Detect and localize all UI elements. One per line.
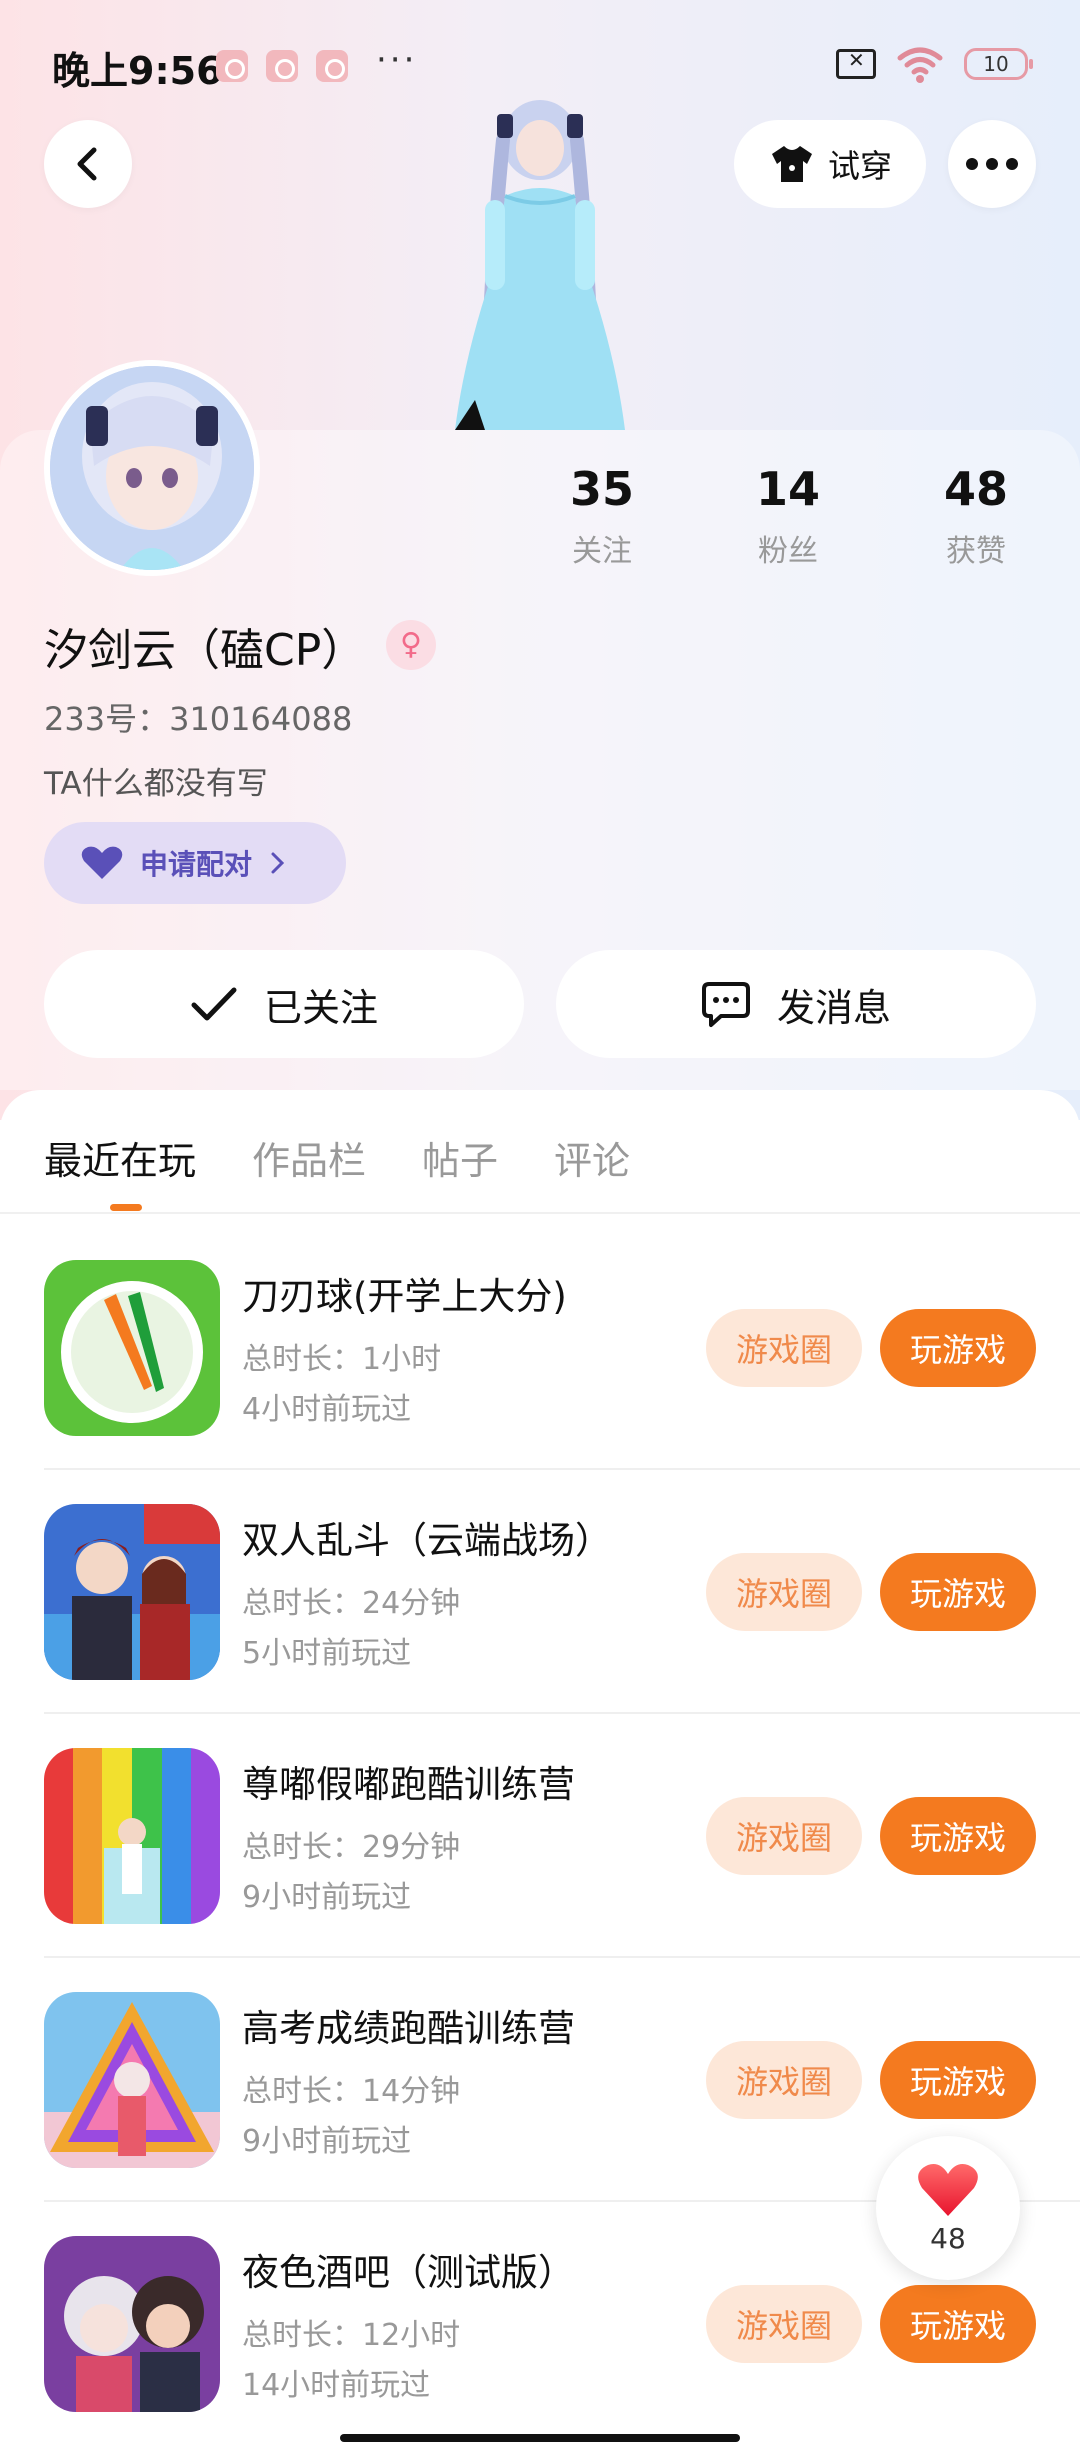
game-circle-button[interactable]: 游戏圈 <box>706 1797 862 1875</box>
game-icon <box>44 1992 220 2168</box>
chevron-right-icon <box>271 852 285 874</box>
game-title: 刀刃球(开学上大分) <box>242 1275 567 1318</box>
avatar-3d-character[interactable] <box>425 100 655 430</box>
game-icon <box>44 2236 220 2412</box>
tab-recently-played[interactable]: 最近在玩 <box>44 1130 196 1185</box>
chevron-left-icon <box>77 147 97 181</box>
like-button[interactable]: 48 <box>876 2136 1020 2280</box>
play-game-button[interactable]: 玩游戏 <box>880 2041 1036 2119</box>
stat-number: 35 <box>569 462 634 516</box>
play-game-button[interactable]: 玩游戏 <box>880 1553 1036 1631</box>
game-duration: 总时长：14分钟 <box>242 2074 461 2109</box>
notification-app-icon <box>216 50 248 82</box>
divider <box>44 1956 1080 1958</box>
tab-posts[interactable]: 帖子 <box>422 1130 498 1185</box>
followed-label: 已关注 <box>263 985 378 1030</box>
game-circle-button[interactable]: 游戏圈 <box>706 1553 862 1631</box>
game-title: 高考成绩跑酷训练营 <box>242 2007 575 2050</box>
divider <box>44 1468 1080 1470</box>
female-gender-icon: ♀ <box>386 620 436 670</box>
heart-icon <box>81 846 123 879</box>
tab-comments[interactable]: 评论 <box>554 1130 630 1185</box>
play-game-button[interactable]: 玩游戏 <box>880 2285 1036 2363</box>
game-circle-button[interactable]: 游戏圈 <box>706 2041 862 2119</box>
divider <box>0 1212 1080 1214</box>
heart-icon <box>918 2163 978 2216</box>
game-list-item[interactable]: 夜色酒吧（测试版） 总时长：12小时 14小时前玩过 游戏圈 玩游戏 <box>44 2236 1036 2414</box>
game-last-played: 9小时前玩过 <box>242 2124 412 2159</box>
game-list-item[interactable]: 高考成绩跑酷训练营 总时长：14分钟 9小时前玩过 游戏圈 玩游戏 <box>44 1992 1036 2170</box>
stat-label: 关注 <box>572 534 632 569</box>
try-on-button[interactable]: 试穿 <box>734 120 926 208</box>
chat-bubble-icon <box>701 982 750 1027</box>
notification-app-icon <box>266 50 298 82</box>
nickname: 汐剑云（磕CP） <box>44 625 366 676</box>
game-duration: 总时长：29分钟 <box>242 1830 461 1865</box>
bio-text: TA什么都没有写 <box>44 766 268 802</box>
back-button[interactable] <box>44 120 132 208</box>
more-notifications-icon: ··· <box>376 40 418 80</box>
avatar[interactable] <box>44 360 260 576</box>
game-last-played: 9小时前玩过 <box>242 1880 412 1915</box>
game-list-item[interactable]: 刀刃球(开学上大分) 总时长：1小时 4小时前玩过 游戏圈 玩游戏 <box>44 1260 1036 1438</box>
request-pair-button[interactable]: 申请配对 <box>44 822 346 904</box>
game-duration: 总时长：12小时 <box>242 2318 461 2353</box>
checkmark-icon <box>191 987 237 1021</box>
notification-app-icon <box>316 50 348 82</box>
home-indicator[interactable] <box>340 2434 740 2442</box>
stat-number: 48 <box>943 462 1008 516</box>
game-icon <box>44 1748 220 1924</box>
game-last-played: 5小时前玩过 <box>242 1636 412 1671</box>
game-list-item[interactable]: 尊嘟假嘟跑酷训练营 总时长：29分钟 9小时前玩过 游戏圈 玩游戏 <box>44 1748 1036 1926</box>
game-duration: 总时长：24分钟 <box>242 1586 461 1621</box>
stat-number: 14 <box>755 462 820 516</box>
game-list-item[interactable]: 双人乱斗（云端战场） 总时长：24分钟 5小时前玩过 游戏圈 玩游戏 <box>44 1504 1036 1682</box>
stat-followers[interactable]: 14 粉丝 <box>718 462 858 570</box>
stat-likes[interactable]: 48 获赞 <box>906 462 1046 570</box>
wifi-icon <box>897 47 943 83</box>
send-message-label: 发消息 <box>776 985 891 1030</box>
battery-indicator: 10 <box>964 48 1033 80</box>
active-tab-indicator <box>110 1204 142 1211</box>
stat-label: 粉丝 <box>758 534 818 569</box>
game-duration: 总时长：1小时 <box>242 1342 442 1377</box>
tab-works[interactable]: 作品栏 <box>252 1130 366 1185</box>
play-game-button[interactable]: 玩游戏 <box>880 1797 1036 1875</box>
send-message-button[interactable]: 发消息 <box>556 950 1036 1058</box>
tab-bar: 最近在玩 作品栏 帖子 评论 <box>44 1130 630 1185</box>
game-title: 双人乱斗（云端战场） <box>242 1519 612 1562</box>
game-title: 夜色酒吧（测试版） <box>242 2251 575 2294</box>
game-last-played: 4小时前玩过 <box>242 1392 412 1427</box>
play-game-button[interactable]: 玩游戏 <box>880 1309 1036 1387</box>
user-id: 233号：310164088 <box>44 700 353 738</box>
game-title: 尊嘟假嘟跑酷训练营 <box>242 1763 575 1806</box>
followed-button[interactable]: 已关注 <box>44 950 524 1058</box>
divider <box>44 1712 1080 1714</box>
game-icon <box>44 1504 220 1680</box>
stat-following[interactable]: 35 关注 <box>532 462 672 570</box>
request-pair-label: 申请配对 <box>140 848 253 881</box>
like-count: 48 <box>930 2221 966 2255</box>
try-on-label: 试穿 <box>827 147 892 185</box>
no-sim-icon <box>836 48 876 79</box>
game-circle-button[interactable]: 游戏圈 <box>706 2285 862 2363</box>
game-icon <box>44 1260 220 1436</box>
stat-label: 获赞 <box>946 534 1006 569</box>
status-time: 晚上9:56 <box>52 49 223 93</box>
tshirt-icon <box>771 146 812 182</box>
game-last-played: 14小时前玩过 <box>242 2368 431 2403</box>
game-circle-button[interactable]: 游戏圈 <box>706 1309 862 1387</box>
avatar-image <box>50 366 254 570</box>
more-dots-icon <box>966 158 1018 170</box>
more-options-button[interactable] <box>948 120 1036 208</box>
